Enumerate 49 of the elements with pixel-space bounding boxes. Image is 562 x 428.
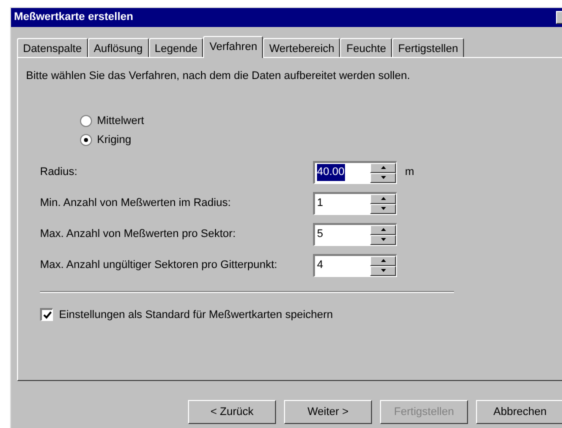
field-label: Min. Anzahl von Meßwerten im Radius: [40,196,232,211]
spin-down-button[interactable] [370,204,396,214]
radio-label: Kriging [97,133,132,148]
unit-label: m [405,164,414,180]
spin-up-button[interactable] [370,162,396,172]
up-arrow-icon [380,197,386,200]
field-value: 1 [317,196,324,212]
radio-label: Mittelwert [97,114,144,128]
field-label: Max. Anzahl ungültiger Sektoren pro Gitterpunkt: [40,258,278,273]
tab[interactable]: Fertigstellen [392,38,464,57]
spin-down-button[interactable] [370,266,396,276]
up-arrow-icon [380,228,386,231]
spin-field[interactable]: 5 [313,222,397,246]
tab[interactable]: Verfahren [203,36,264,58]
down-arrow-icon [380,269,386,272]
field-value: 40.00 [317,164,345,181]
spin-up-button[interactable] [370,256,396,266]
radio-button[interactable] [80,134,92,146]
tab[interactable]: Auflösung [88,38,149,57]
spin-up-button[interactable] [370,224,396,234]
tab[interactable]: Datenspalte [17,38,88,57]
spin-up-button[interactable] [370,194,396,204]
spin-field[interactable]: 40.00 [313,160,397,184]
dialog-button[interactable]: < Zurück [188,400,276,424]
down-arrow-icon [380,176,386,179]
tab[interactable]: Legende [148,38,204,57]
radio-button[interactable] [80,114,92,127]
dialog-button[interactable]: Weiter > [284,400,372,424]
down-arrow-icon [380,207,386,210]
field-value: 5 [317,227,324,242]
dialog-button[interactable]: Abbrechen [476,400,562,424]
spin-field[interactable]: 1 [313,192,397,214]
checkbox-label: Einstellungen als Standard für Meßwertkarten speichern [59,308,333,322]
field-label: Radius: [40,164,78,180]
tab[interactable]: Wertebereich [263,38,340,57]
up-arrow-icon [380,166,386,169]
up-arrow-icon [380,259,386,262]
spin-down-button[interactable] [370,234,396,244]
instruction-text: Bitte wählen Sie das Verfahren, nach dem die Daten aufbereitet werden sollen. [26,69,412,84]
field-value: 4 [317,258,324,274]
spin-field[interactable]: 4 [313,254,397,276]
field-label: Max. Anzahl von Meßwerten pro Sektor: [40,226,237,242]
checkbox[interactable] [40,308,53,322]
radio-option[interactable]: Mittelwert [80,112,554,129]
down-arrow-icon [380,238,386,241]
radio-option[interactable]: Kriging [80,132,554,148]
tab[interactable]: Feuchte [340,38,392,57]
window-title: Meßwertkarte erstellen [14,10,134,26]
spin-down-button[interactable] [370,172,396,182]
